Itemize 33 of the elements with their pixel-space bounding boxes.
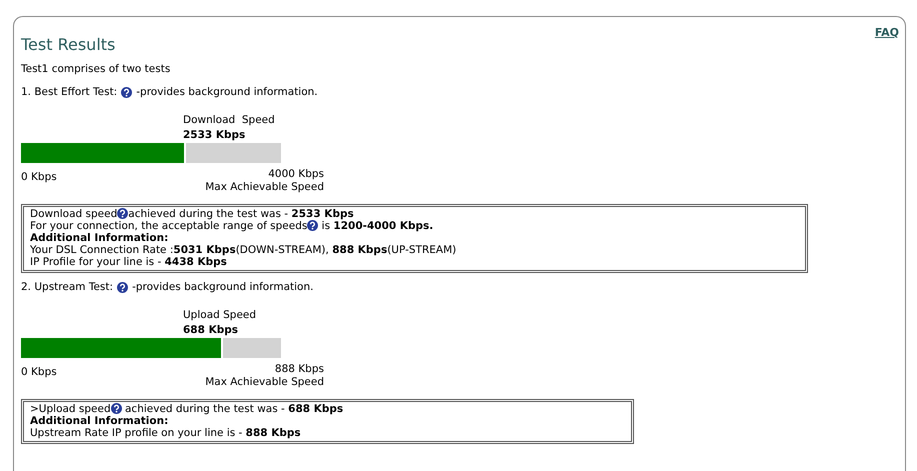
info-text: >Upload speed <box>30 402 111 415</box>
gauge-value: 688 Kbps <box>183 322 238 338</box>
gauge-value: 2533 Kbps <box>183 128 246 143</box>
info-text: For your connection, the acceptable range of speeds <box>30 220 308 232</box>
gauge-title: Upload Speed <box>183 308 256 323</box>
help-icon[interactable] <box>117 208 128 220</box>
info-text: achieved during the test was - 2533 Kbps <box>128 208 354 220</box>
info-text: IP Profile for your line is - 4438 Kbps <box>30 256 227 268</box>
scale-max-label: 888 Kbps <box>274 362 324 376</box>
help-icon[interactable] <box>307 220 318 232</box>
info-text: Download speed <box>30 208 118 220</box>
scale-max-label: 4000 Kbps <box>267 168 324 181</box>
info-heading: Additional Information: <box>30 232 168 244</box>
info-text: is 1200-4000 Kbps. <box>320 220 434 232</box>
help-icon[interactable] <box>121 87 132 98</box>
info-text: achieved during the test was - 688 Kbps <box>124 402 344 415</box>
help-icon[interactable] <box>117 282 128 294</box>
scale-min-label: 0 Kbps <box>21 170 57 186</box>
info-text: Upstream Rate IP profile on your line is - 888 Kbps <box>30 426 301 439</box>
info-text: Your DSL Connection Rate :5031 Kbps(DOWN-STREAM), 888 Kbps(UP-STREAM) <box>30 244 456 256</box>
test-description: -provides background information. <box>132 280 314 295</box>
scale-caption: Max Achievable Speed <box>205 376 324 389</box>
gauge-title: Download Speed <box>183 112 275 128</box>
faq-link[interactable]: FAQ <box>874 25 899 42</box>
page-title: Test Results <box>21 35 116 54</box>
info-heading: Additional Information: <box>30 414 168 427</box>
scale-min-label: 0 Kbps <box>21 365 57 380</box>
test-description: -provides background information. <box>136 84 318 100</box>
test-heading: 2. Upstream Test: <box>21 280 114 295</box>
scale-caption: Max Achievable Speed <box>205 180 324 194</box>
intro-text: Test1 comprises of two tests <box>21 62 172 78</box>
help-icon[interactable] <box>110 403 122 414</box>
test-heading: 1. Best Effort Test: <box>21 84 118 100</box>
